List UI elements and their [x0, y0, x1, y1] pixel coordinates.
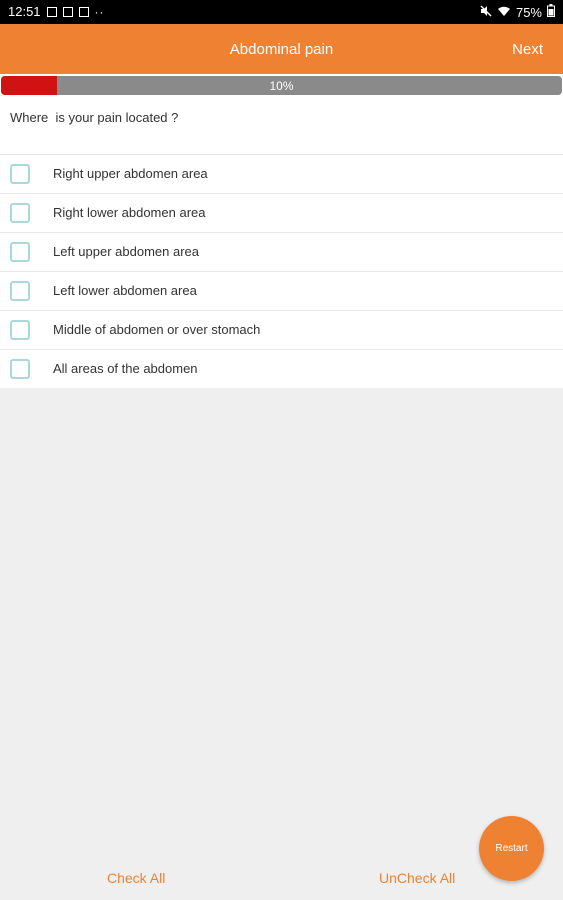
option-right-lower-abdomen[interactable]: Right lower abdomen area [0, 194, 563, 233]
option-label: Right upper abdomen area [53, 166, 208, 181]
app-bar: Abdominal pain Next [0, 24, 563, 74]
checkbox[interactable] [10, 320, 30, 340]
option-label: Right lower abdomen area [53, 205, 206, 220]
next-button[interactable]: Next [512, 41, 543, 58]
page-title: Abdominal pain [229, 41, 334, 58]
mute-icon [480, 4, 492, 20]
option-label: Left upper abdomen area [53, 244, 199, 259]
option-label: Left lower abdomen area [53, 283, 197, 298]
option-left-lower-abdomen[interactable]: Left lower abdomen area [0, 272, 563, 311]
checkbox[interactable] [10, 281, 30, 301]
uncheck-all-button[interactable]: UnCheck All [379, 870, 455, 886]
checkbox[interactable] [10, 242, 30, 262]
question-text: Where is your pain located ? [10, 110, 179, 125]
battery-icon [547, 4, 555, 20]
restart-label: Restart [495, 843, 528, 854]
status-left: 12:51 ·· [8, 4, 105, 19]
progress-text: 10% [269, 79, 294, 93]
message-notification-icon [78, 6, 89, 17]
checkbox[interactable] [10, 203, 30, 223]
options-list: Right upper abdomen area Right lower abd… [0, 155, 563, 388]
battery-percent: 75% [515, 4, 542, 20]
option-label: Middle of abdomen or over stomach [53, 322, 261, 337]
image-notification-icon [46, 6, 57, 17]
more-notifications-indicator: ·· [94, 4, 105, 19]
status-bar: 12:51 ·· 75% [0, 0, 563, 24]
wifi-icon [497, 5, 511, 20]
progress-bar: 10% [1, 76, 562, 95]
option-all-areas[interactable]: All areas of the abdomen [0, 350, 563, 388]
calendar-notification-icon [62, 6, 73, 17]
check-all-button[interactable]: Check All [107, 870, 165, 886]
option-label: All areas of the abdomen [53, 361, 198, 376]
checkbox[interactable] [10, 359, 30, 379]
status-right: 75% [480, 4, 555, 20]
option-right-upper-abdomen[interactable]: Right upper abdomen area [0, 155, 563, 194]
checkbox[interactable] [10, 164, 30, 184]
restart-button[interactable]: Restart [479, 816, 544, 881]
status-time: 12:51 [8, 4, 41, 19]
option-middle-of-abdomen[interactable]: Middle of abdomen or over stomach [0, 311, 563, 350]
progress-section: 10% [0, 74, 563, 102]
option-left-upper-abdomen[interactable]: Left upper abdomen area [0, 233, 563, 272]
question-panel: Where is your pain located ? [0, 102, 563, 155]
